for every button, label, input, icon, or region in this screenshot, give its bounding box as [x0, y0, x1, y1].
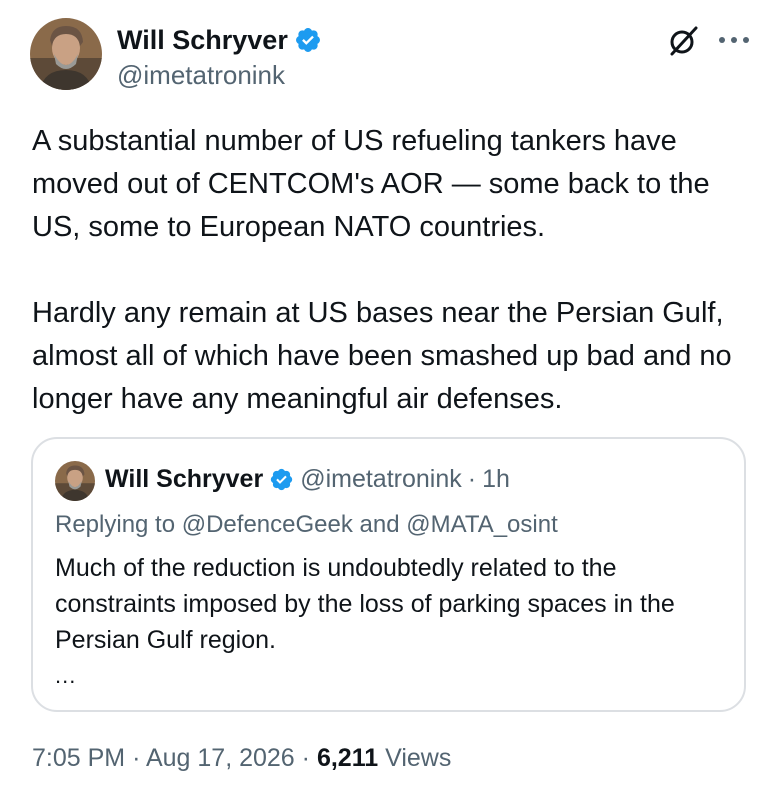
avatar[interactable] — [30, 18, 102, 90]
replying-to-line: Replying to @DefenceGeek and @MATA_osint — [55, 511, 558, 538]
tweet-paragraph-1: A substantial number of US refueling tan… — [32, 125, 710, 243]
views-count: 6,211 — [316, 744, 379, 772]
meta-separator: · — [301, 744, 310, 772]
quoted-avatar — [55, 461, 95, 501]
views-label: Views — [385, 744, 452, 772]
tweet-date[interactable]: Aug 17, 2026 — [146, 744, 295, 772]
author-display-name[interactable]: Will Schryver — [117, 25, 288, 56]
tweet-meta: 7:05 PM · Aug 17, 2026 · 6,211 Views — [32, 744, 451, 773]
quoted-header: Will Schryver @imetatronink · 1h — [105, 465, 510, 494]
quoted-tweet-card[interactable]: Will Schryver @imetatronink · 1h Replyin… — [31, 437, 746, 712]
verified-badge-icon[interactable] — [294, 26, 322, 54]
tweet: Will Schryver @imetatronink A substantia… — [0, 0, 777, 800]
quoted-separator: · — [467, 465, 477, 493]
quoted-time-ago: 1h — [482, 465, 510, 493]
tweet-time[interactable]: 7:05 PM — [32, 744, 125, 772]
author-name-row: Will Schryver — [117, 24, 322, 56]
meta-separator: · — [132, 744, 141, 772]
grok-icon[interactable] — [666, 24, 700, 58]
tweet-paragraph-2: Hardly any remain at US bases near the P… — [32, 297, 732, 415]
more-options-icon[interactable] — [716, 30, 752, 50]
author-handle[interactable]: @imetatronink — [117, 60, 285, 91]
quoted-truncation: ... — [55, 663, 77, 688]
verified-badge-icon — [269, 467, 294, 492]
quoted-display-name: Will Schryver — [105, 465, 264, 493]
quoted-text: Much of the reduction is undoubtedly rel… — [55, 554, 675, 654]
tweet-body: A substantial number of US refueling tan… — [32, 120, 762, 421]
quoted-handle: @imetatronink — [300, 465, 462, 493]
